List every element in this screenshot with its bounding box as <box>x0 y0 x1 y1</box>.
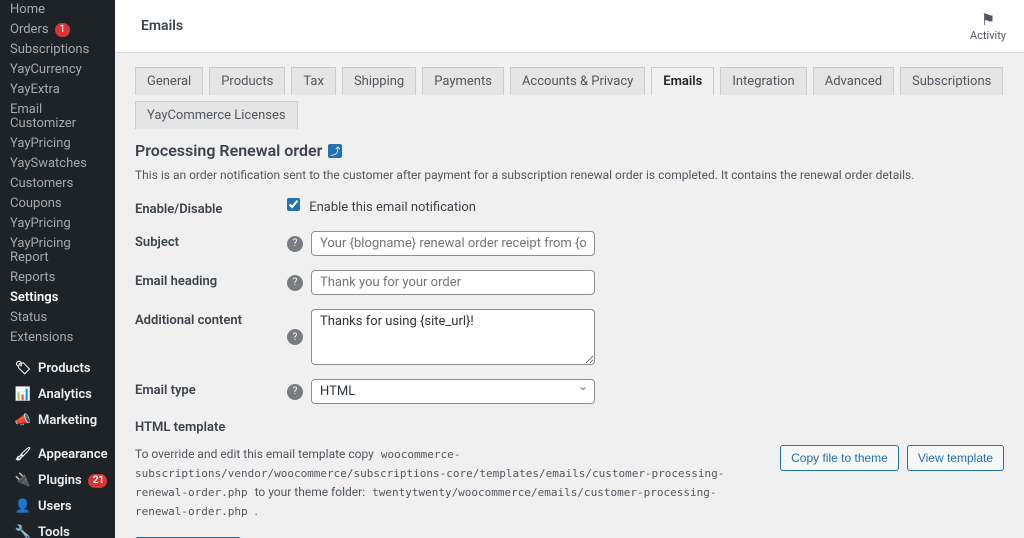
sidebar-item-home[interactable]: Home <box>0 0 115 20</box>
sidebar-item-orders[interactable]: Orders1 <box>0 20 115 40</box>
additional-content-label: Additional content <box>135 309 287 328</box>
help-icon[interactable] <box>287 275 303 291</box>
sidebar-item-customers[interactable]: Customers <box>0 174 115 194</box>
tab-shipping[interactable]: Shipping <box>342 67 416 95</box>
sidebar-item-tools[interactable]: 🔧Tools <box>0 520 115 538</box>
tab-general[interactable]: General <box>135 67 203 95</box>
tab-tax[interactable]: Tax <box>291 67 336 95</box>
help-icon[interactable] <box>287 236 303 252</box>
marketing-icon: 📣 <box>14 414 32 428</box>
tab-advanced[interactable]: Advanced <box>813 67 894 95</box>
enable-label: Enable/Disable <box>135 198 287 217</box>
main-panel: Emails ⚑ Activity GeneralProductsTaxShip… <box>115 0 1024 538</box>
badge: 1 <box>55 23 71 37</box>
sidebar-item-yayextra[interactable]: YayExtra <box>0 80 115 100</box>
template-section-label: HTML template <box>135 420 1004 435</box>
sidebar-item-yayswatches[interactable]: YaySwatches <box>0 154 115 174</box>
subject-input[interactable] <box>311 231 595 256</box>
activity-button[interactable]: ⚑ Activity <box>970 10 1006 42</box>
sidebar-item-yaypricing[interactable]: YayPricing <box>0 214 115 234</box>
sidebar-item-coupons[interactable]: Coupons <box>0 194 115 214</box>
help-icon[interactable] <box>287 329 303 345</box>
copy-file-button[interactable]: Copy file to theme <box>780 445 899 471</box>
sidebar-item-email-customizer[interactable]: Email Customizer <box>0 100 115 134</box>
analytics-icon: 📊 <box>14 388 32 402</box>
enable-checkbox[interactable] <box>287 198 300 211</box>
back-icon[interactable]: ⤴ <box>328 144 342 158</box>
tab-accounts-privacy[interactable]: Accounts & Privacy <box>510 67 645 95</box>
section-description: This is an order notification sent to th… <box>135 168 1004 182</box>
sidebar-item-users[interactable]: 👤Users <box>0 494 115 520</box>
sidebar-item-status[interactable]: Status <box>0 308 115 328</box>
activity-label: Activity <box>970 29 1006 42</box>
users-icon: 👤 <box>14 500 32 514</box>
tab-products[interactable]: Products <box>209 67 285 95</box>
sidebar-item-appearance[interactable]: 🖌Appearance <box>0 442 115 468</box>
tab-yaycommerce-licenses[interactable]: YayCommerce Licenses <box>135 101 298 129</box>
admin-sidebar: HomeOrders1SubscriptionsYayCurrencyYayEx… <box>0 0 115 538</box>
tab-subscriptions[interactable]: Subscriptions <box>900 67 1003 95</box>
settings-tabs: GeneralProductsTaxShippingPaymentsAccoun… <box>135 67 1004 129</box>
tab-payments[interactable]: Payments <box>422 67 504 95</box>
sidebar-item-yaycurrency[interactable]: YayCurrency <box>0 60 115 80</box>
sidebar-item-extensions[interactable]: Extensions <box>0 328 115 348</box>
sidebar-item-analytics[interactable]: 📊Analytics <box>0 382 115 408</box>
sidebar-item-settings[interactable]: Settings <box>0 288 115 308</box>
appearance-icon: 🖌 <box>14 448 32 462</box>
view-template-button[interactable]: View template <box>907 445 1004 471</box>
enable-checkbox-wrap[interactable]: Enable this email notification <box>287 198 476 215</box>
sidebar-item-marketing[interactable]: 📣Marketing <box>0 408 115 434</box>
sidebar-item-subscriptions[interactable]: Subscriptions <box>0 40 115 60</box>
heading-label: Email heading <box>135 270 287 289</box>
sidebar-item-reports[interactable]: Reports <box>0 268 115 288</box>
help-icon[interactable] <box>287 384 303 400</box>
email-type-select[interactable]: HTML <box>311 379 595 404</box>
sidebar-item-yaypricing[interactable]: YayPricing <box>0 134 115 154</box>
badge: 21 <box>88 474 107 488</box>
flag-icon: ⚑ <box>981 10 995 29</box>
sidebar-item-plugins[interactable]: 🔌Plugins21 <box>0 468 115 494</box>
email-type-label: Email type <box>135 379 287 398</box>
top-bar: Emails ⚑ Activity <box>115 0 1024 53</box>
plugins-icon: 🔌 <box>14 474 32 488</box>
section-title: Processing Renewal order <box>135 141 322 160</box>
page-title: Emails <box>141 18 183 34</box>
subject-label: Subject <box>135 231 287 250</box>
tab-emails[interactable]: Emails <box>651 67 714 95</box>
enable-checkbox-label: Enable this email notification <box>309 200 476 215</box>
heading-input[interactable] <box>311 270 595 295</box>
sidebar-item-products[interactable]: 🏷Products <box>0 356 115 382</box>
additional-content-input[interactable]: Thanks for using {site_url}! <box>311 309 595 365</box>
products-icon: 🏷 <box>14 362 32 376</box>
tools-icon: 🔧 <box>14 526 32 538</box>
template-info: To override and edit this email template… <box>135 445 766 521</box>
sidebar-item-yaypricing-report[interactable]: YayPricing Report <box>0 234 115 268</box>
tab-integration[interactable]: Integration <box>720 67 806 95</box>
